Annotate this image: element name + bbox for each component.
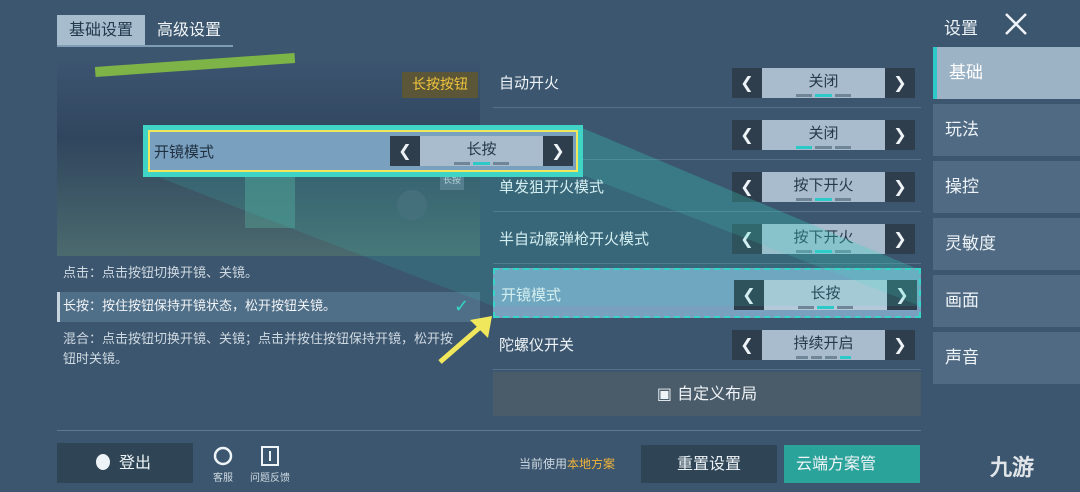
cloud-plan-button[interactable]: 云端方案管 [784,445,920,483]
feedback-label: 问题反馈 [250,473,290,484]
next-arrow-icon[interactable]: ❯ [885,120,915,150]
feedback-button[interactable]: 问题反馈 [250,445,290,484]
service-label: 客服 [213,473,233,484]
watermark-logo: 九游 [990,456,1035,481]
prev-arrow-icon[interactable]: ❮ [732,224,762,254]
logout-button[interactable]: 登出 [57,443,193,483]
callout-stepper: ❮ 长按 ❯ [390,136,573,166]
prev-arrow-icon[interactable]: ❮ [734,280,764,310]
desc-tap: 点击：点击按钮切换开镜、关镜。 [63,266,259,281]
value-text: 持续开启 [793,334,854,352]
desc-hold[interactable]: 长按：按住按钮保持开镜状态，松开按钮关镜。 [57,292,480,322]
tab-advanced[interactable]: 高级设置 [145,15,233,45]
value-text: 按下开火 [793,228,854,246]
setting-stepper: ❮ 持续开启 ❯ [732,330,915,360]
value-text: 长按 [466,140,497,158]
prev-arrow-icon[interactable]: ❮ [732,172,762,202]
value-text: 按下开火 [793,176,854,194]
setting-stepper: ❮ 关闭 ❯ [732,120,915,150]
setting-value: 按下开火 [762,224,885,254]
tab-basic[interactable]: 基础设置 [57,15,146,45]
current-plan-value[interactable]: 本地方案 [567,457,615,471]
settings-tabs: 基础设置 高级设置 [57,15,234,47]
setting-stepper: ❮ 按下开火 ❯ [732,172,915,202]
service-button[interactable]: 客服 [212,445,234,484]
setting-label: 自动开火 [499,74,560,92]
setting-value: 长按 [764,280,887,310]
current-plan-text: 当前使用本地方案 [519,455,615,472]
settings-title: 设置 [944,19,978,39]
setting-value: 持续开启 [762,330,885,360]
custom-layout-label: 自定义布局 [677,384,758,403]
setting-stepper: ❮ 长按 ❯ [734,280,917,310]
next-arrow-icon[interactable]: ❯ [885,224,915,254]
qq-icon [96,454,110,470]
setting-row-auto-fire: 自动开火 ❮ 关闭 ❯ [493,58,921,108]
callout-value: 长按 [420,136,543,166]
prev-arrow-icon[interactable]: ❮ [732,120,762,150]
reset-settings-button[interactable]: 重置设置 [641,445,777,483]
desc-mixed: 混合：点击按钮切换开镜、关镜；点击并按住按钮保持开镜，松开按钮时关镜。 [63,332,454,367]
setting-row-gyro: 陀螺仪开关 ❮ 持续开启 ❯ [493,320,921,370]
setting-value: 按下开火 [762,172,885,202]
bottom-divider [57,430,921,431]
setting-label: 开镜模式 [501,286,562,304]
level-indicator [796,146,851,149]
level-indicator [798,306,853,309]
setting-row-scope-mode: 开镜模式 ❮ 长按 ❯ [493,268,921,318]
desc-hold-text: 长按：按住按钮保持开镜状态，松开按钮关镜。 [63,299,337,314]
level-indicator [796,94,851,97]
value-text: 关闭 [808,72,839,90]
next-arrow-icon[interactable]: ❯ [885,330,915,360]
sidebar-item-gameplay[interactable]: 玩法 [933,104,1080,156]
next-arrow-icon: ❯ [543,136,573,166]
setting-stepper: ❮ 按下开火 ❯ [732,224,915,254]
level-indicator [796,250,851,253]
value-text: 长按 [810,284,841,302]
current-plan-prefix: 当前使用 [519,457,568,471]
prev-arrow-icon[interactable]: ❮ [732,330,762,360]
sidebar-item-graphics[interactable]: 画面 [933,275,1080,327]
callout-scope-mode: 开镜模式 ❮ 长按 ❯ [143,125,583,177]
feedback-icon [261,446,279,466]
long-press-badge: 长按按钮 [402,72,478,98]
headset-icon [213,446,233,466]
logout-label: 登出 [119,453,152,472]
setting-value: 关闭 [762,68,885,98]
selected-bar [57,292,60,322]
close-icon[interactable] [1002,10,1030,38]
setting-row-shotgun: 半自动霰弹枪开火模式 ❮ 按下开火 ❯ [493,214,921,264]
sidebar-item-controls[interactable]: 操控 [933,161,1080,213]
preview-platform [245,168,295,228]
level-indicator [796,356,851,359]
callout-label: 开镜模式 [154,143,215,161]
custom-layout-button[interactable]: ▣ 自定义布局 [493,372,921,416]
preview-fire-button [397,190,427,220]
value-text: 关闭 [808,124,839,142]
prev-arrow-icon[interactable]: ❮ [732,68,762,98]
setting-label: 半自动霰弹枪开火模式 [499,230,650,248]
sidebar-item-sound[interactable]: 声音 [933,332,1080,384]
next-arrow-icon[interactable]: ❯ [887,280,917,310]
setting-label: 陀螺仪开关 [499,336,575,354]
setting-label: 单发狙开火模式 [499,178,605,196]
level-indicator [454,162,509,165]
prev-arrow-icon: ❮ [390,136,420,166]
next-arrow-icon[interactable]: ❯ [885,172,915,202]
setting-value: 关闭 [762,120,885,150]
level-indicator [796,198,851,201]
layout-icon: ▣ [656,384,678,403]
pointer-arrow-icon [438,316,492,364]
next-arrow-icon[interactable]: ❯ [885,68,915,98]
sidebar-item-sensitivity[interactable]: 灵敏度 [933,218,1080,270]
setting-stepper: ❮ 关闭 ❯ [732,68,915,98]
sidebar-item-basic[interactable]: 基础 [933,47,1080,99]
